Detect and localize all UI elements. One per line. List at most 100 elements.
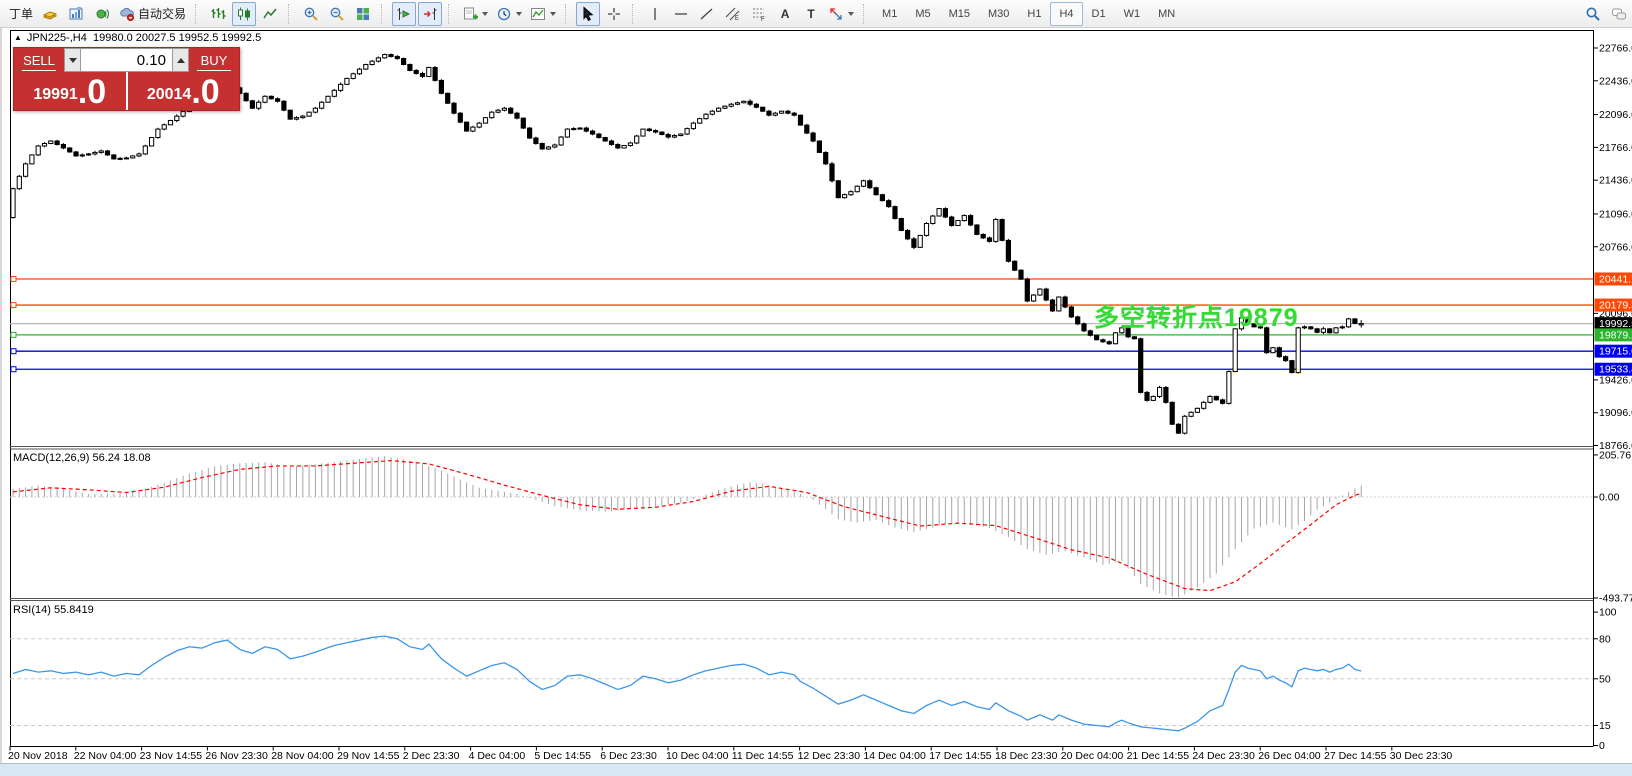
svg-text:11 Dec 14:55: 11 Dec 14:55 xyxy=(732,750,794,762)
auto-scroll-button[interactable] xyxy=(418,1,443,26)
svg-text:23 Nov 14:55: 23 Nov 14:55 xyxy=(140,750,203,762)
toolbar: 丁单 自动交易 E F A T M1 M5 M15 M30 H1 H4 D1 W1 MN xyxy=(0,0,1632,28)
triangle-down-icon xyxy=(68,57,77,63)
horizontal-line-button[interactable] xyxy=(669,2,693,26)
line-chart-button[interactable] xyxy=(258,2,282,26)
chart-window[interactable]: 22766.0 22436.0 22096.0 21766.0 21436.0 21096… xyxy=(0,28,1632,763)
market-watch-icon-icon xyxy=(42,6,58,22)
svg-text:21096.0: 21096.0 xyxy=(1599,208,1632,220)
data-window-icon[interactable] xyxy=(64,2,88,26)
svg-text:10 Dec 04:00: 10 Dec 04:00 xyxy=(666,750,729,762)
volume-decrease-button[interactable] xyxy=(64,48,81,72)
auto-scroll-icon xyxy=(422,6,438,22)
equidistant-channel-icon: E xyxy=(725,6,741,22)
price-pane[interactable]: 22766.0 22436.0 22096.0 21766.0 21436.0 21096… xyxy=(8,30,1632,762)
autotrade-button[interactable]: 自动交易 xyxy=(116,2,189,26)
text-label-button-glyph: T xyxy=(807,6,815,21)
crosshair-icon xyxy=(606,6,622,22)
svg-text:21 Dec 14:55: 21 Dec 14:55 xyxy=(1127,750,1190,762)
crosshair-button[interactable] xyxy=(602,2,626,26)
svg-text:0: 0 xyxy=(1599,740,1605,752)
toolbar-separator xyxy=(632,3,638,24)
svg-text:26 Nov 23:30: 26 Nov 23:30 xyxy=(205,750,268,762)
svg-text:4 Dec 04:00: 4 Dec 04:00 xyxy=(469,750,526,762)
sell-price[interactable]: 19991 .0 xyxy=(14,72,128,110)
buy-button[interactable]: BUY xyxy=(189,48,239,72)
svg-text:19879.2: 19879.2 xyxy=(1599,329,1632,341)
toolbar-right xyxy=(1580,2,1632,26)
new-order-button-label: 丁单 xyxy=(9,7,34,21)
chart-canvas[interactable]: 22766.0 22436.0 22096.0 21766.0 21436.0 21096… xyxy=(2,28,1632,763)
timeframe-h1-button[interactable]: H1 xyxy=(1018,2,1050,26)
buy-price[interactable]: 20014 .0 xyxy=(128,72,240,110)
timeframe-mn-button[interactable]: MN xyxy=(1149,2,1184,26)
svg-text:24 Dec 23:30: 24 Dec 23:30 xyxy=(1192,750,1255,762)
buy-price-main: 20014 xyxy=(146,86,192,103)
candlestick-chart-button[interactable] xyxy=(232,1,257,26)
chat-button[interactable] xyxy=(1607,2,1631,26)
new-order-button[interactable]: 丁单 xyxy=(3,2,36,26)
candlestick-chart-icon xyxy=(236,6,252,22)
chevron-down-icon xyxy=(848,11,855,16)
trendline-button[interactable] xyxy=(695,2,719,26)
zoom-in-button[interactable] xyxy=(299,2,323,26)
timeframe-m30-button[interactable]: M30 xyxy=(979,2,1018,26)
sound-alert-icon[interactable] xyxy=(90,2,114,26)
timeframe-w1-button[interactable]: W1 xyxy=(1115,2,1150,26)
chart-ohlc-values: 19980.0 20027.5 19952.5 19992.5 xyxy=(92,32,262,44)
svg-text:14 Dec 04:00: 14 Dec 04:00 xyxy=(863,750,926,762)
toolbar-separator xyxy=(448,3,454,24)
indicators-icon xyxy=(530,6,546,22)
vertical-line-button[interactable] xyxy=(643,2,667,26)
market-watch-icon[interactable] xyxy=(38,2,62,26)
text-button[interactable]: A xyxy=(773,2,797,26)
chat-icon xyxy=(1611,6,1627,22)
svg-text:17 Dec 14:55: 17 Dec 14:55 xyxy=(929,750,992,762)
new-chart-icon xyxy=(462,6,479,22)
tile-windows-button[interactable] xyxy=(351,2,375,26)
svg-text:22766.0: 22766.0 xyxy=(1599,43,1632,55)
timeframe-h4-button[interactable]: H4 xyxy=(1050,1,1083,26)
sell-button[interactable]: SELL xyxy=(14,48,64,72)
text-label-button[interactable]: T xyxy=(799,2,823,26)
chart-symbol-info: ▲ JPN225-,H4 19980.0 20027.5 19952.5 1999… xyxy=(14,32,261,44)
timeframe-m5-button[interactable]: M5 xyxy=(906,2,939,26)
toolbar-separator xyxy=(565,3,571,24)
chart-shift-button[interactable] xyxy=(392,1,417,26)
search-button[interactable] xyxy=(1581,2,1605,26)
triangle-up-icon xyxy=(176,57,185,63)
volume-input[interactable]: 0.10 xyxy=(81,48,172,72)
text-button-glyph: A xyxy=(780,6,790,21)
equidistant-channel-button[interactable]: E xyxy=(721,2,745,26)
autotrade-button-label: 自动交易 xyxy=(138,7,187,21)
data-window-icon-icon xyxy=(68,6,84,22)
svg-text:22 Nov 04:00: 22 Nov 04:00 xyxy=(74,750,137,762)
sell-price-main: 19991 xyxy=(33,86,78,103)
line-chart-icon xyxy=(262,6,278,22)
timeframe-m15-button[interactable]: M15 xyxy=(940,2,979,26)
fibonacci-button[interactable]: F xyxy=(747,2,771,26)
new-chart-button[interactable] xyxy=(459,2,491,26)
one-click-trading-panel: SELL 0.10 BUY 19991 .0 20014 .0 xyxy=(13,47,240,111)
chart-collapse-icon[interactable]: ▲ xyxy=(14,33,22,42)
svg-text:6 Dec 23:30: 6 Dec 23:30 xyxy=(600,750,657,762)
svg-text:20441.7: 20441.7 xyxy=(1599,273,1632,285)
volume-increase-button[interactable] xyxy=(172,48,189,72)
svg-text:22096.0: 22096.0 xyxy=(1599,109,1632,121)
arrows-button[interactable] xyxy=(825,2,857,26)
timeframe-d1-button[interactable]: D1 xyxy=(1083,2,1115,26)
tile-windows-icon xyxy=(355,6,371,22)
bar-chart-button[interactable] xyxy=(206,2,230,26)
svg-text:0.00: 0.00 xyxy=(1599,492,1620,504)
svg-text:80: 80 xyxy=(1599,633,1611,645)
svg-text:50: 50 xyxy=(1599,673,1611,685)
cursor-button[interactable] xyxy=(576,1,601,26)
vertical-line-icon xyxy=(647,6,663,22)
svg-text:205.76: 205.76 xyxy=(1599,449,1631,461)
timeframe-m1-button[interactable]: M1 xyxy=(873,2,906,26)
periods-button[interactable] xyxy=(493,2,525,26)
zoom-out-button[interactable] xyxy=(325,2,349,26)
svg-text:21766.0: 21766.0 xyxy=(1599,142,1632,154)
svg-text:20179.3: 20179.3 xyxy=(1599,300,1632,312)
indicators-button[interactable] xyxy=(527,2,559,26)
